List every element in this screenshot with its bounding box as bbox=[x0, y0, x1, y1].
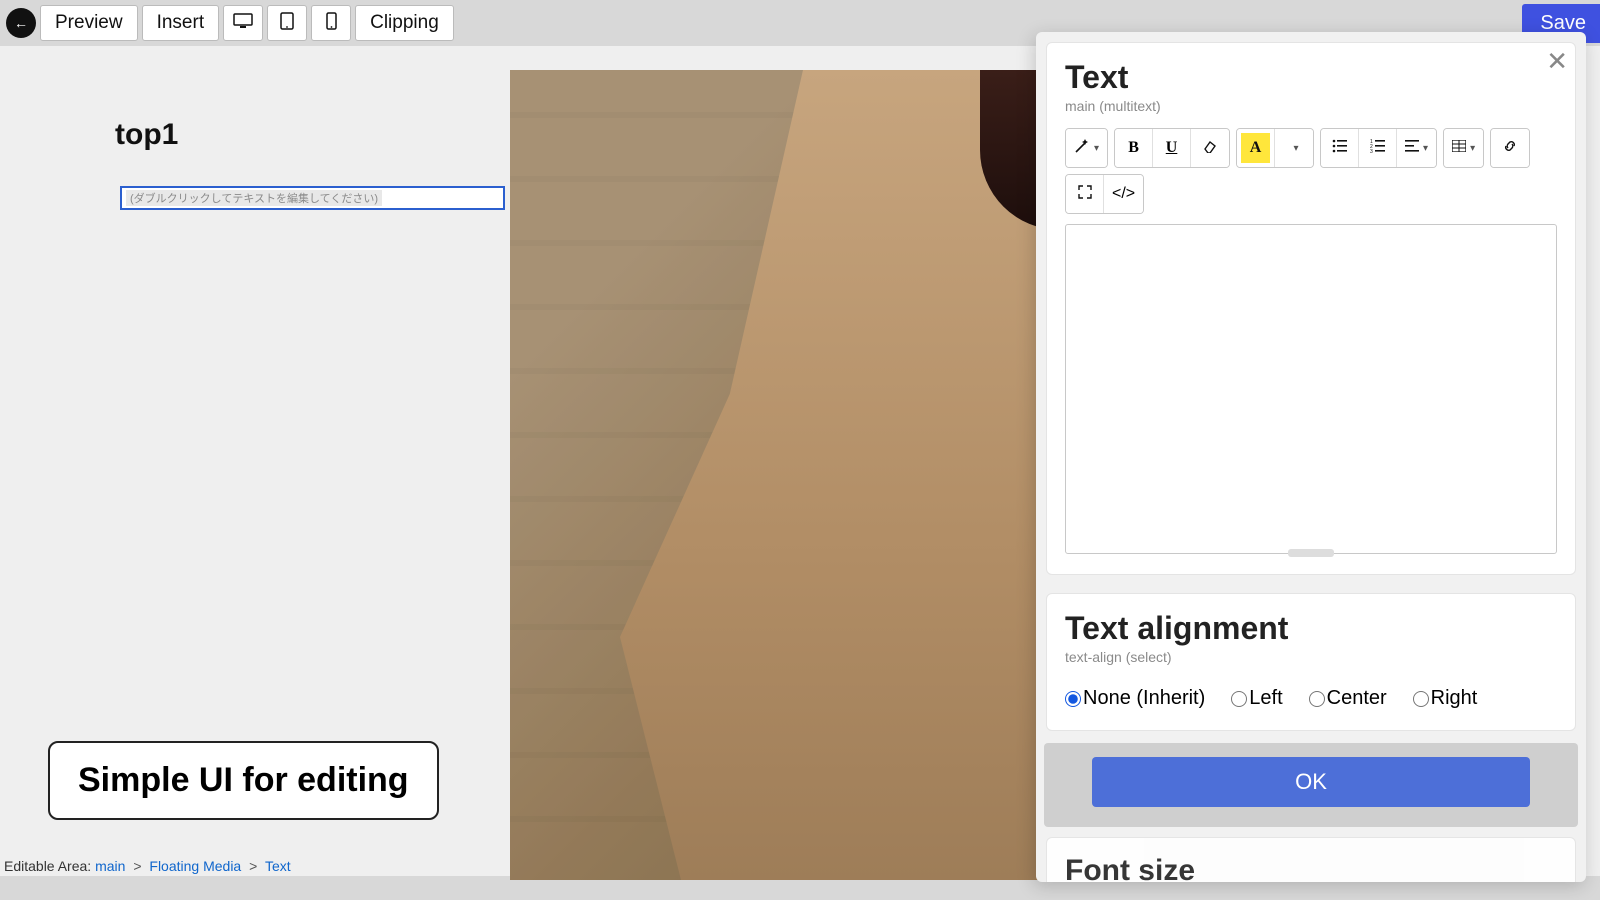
page-title: top1 bbox=[115, 118, 178, 152]
viewport-phone-button[interactable] bbox=[311, 5, 351, 41]
insert-button[interactable]: Insert bbox=[142, 5, 220, 41]
rich-text-editor[interactable] bbox=[1065, 224, 1557, 554]
text-card: Text main (multitext) B U bbox=[1046, 42, 1576, 575]
svg-text:3: 3 bbox=[1370, 149, 1373, 153]
expand-icon bbox=[1078, 185, 1092, 204]
viewport-desktop-button[interactable] bbox=[223, 5, 263, 41]
close-button[interactable]: ✕ bbox=[1546, 46, 1568, 77]
tablet-icon bbox=[280, 12, 294, 35]
text-card-title: Text bbox=[1065, 59, 1557, 96]
table-icon bbox=[1452, 139, 1466, 157]
text-alignment-card: Text alignment text-align (select) None … bbox=[1046, 593, 1576, 731]
arrow-left-icon: ← bbox=[14, 15, 28, 31]
bold-button[interactable]: B bbox=[1115, 129, 1153, 167]
breadcrumb-text[interactable]: Text bbox=[265, 858, 291, 874]
align-option-right[interactable]: Right bbox=[1413, 687, 1478, 710]
fullscreen-button[interactable] bbox=[1066, 175, 1104, 213]
rich-text-toolbar: B U A 123 bbox=[1065, 128, 1557, 214]
resize-grip[interactable] bbox=[1288, 549, 1334, 557]
code-icon: </> bbox=[1112, 185, 1135, 203]
table-dropdown[interactable] bbox=[1444, 129, 1483, 167]
phone-icon bbox=[326, 12, 337, 35]
code-view-button[interactable]: </> bbox=[1104, 175, 1143, 213]
selected-text-block[interactable]: (ダブルクリックしてテキストを編集してください) bbox=[120, 186, 505, 210]
fontsize-card-title: Font size bbox=[1065, 854, 1557, 882]
align-option-center[interactable]: Center bbox=[1309, 687, 1387, 710]
preview-button[interactable]: Preview bbox=[40, 5, 138, 41]
wand-icon bbox=[1074, 138, 1090, 159]
back-button[interactable]: ← bbox=[6, 8, 36, 38]
eraser-button[interactable] bbox=[1191, 129, 1229, 167]
breadcrumb-floating-media[interactable]: Floating Media bbox=[149, 858, 241, 874]
alignment-card-subtitle: text-align (select) bbox=[1065, 649, 1557, 665]
viewport-tablet-button[interactable] bbox=[267, 5, 307, 41]
numbered-list-button[interactable]: 123 bbox=[1359, 129, 1397, 167]
text-card-subtitle: main (multitext) bbox=[1065, 98, 1557, 114]
align-icon bbox=[1405, 139, 1419, 157]
eraser-icon bbox=[1202, 139, 1218, 158]
alignment-card-title: Text alignment bbox=[1065, 610, 1557, 647]
annotation-callout: Simple UI for editing bbox=[48, 741, 439, 820]
breadcrumb-main[interactable]: main bbox=[95, 858, 125, 874]
align-option-none[interactable]: None (Inherit) bbox=[1065, 687, 1205, 710]
magic-style-button[interactable] bbox=[1066, 129, 1107, 167]
alignment-options: None (Inherit) Left Center Right bbox=[1065, 687, 1557, 710]
breadcrumb: Editable Area: main > Floating Media > T… bbox=[4, 858, 291, 874]
link-icon bbox=[1502, 139, 1518, 158]
properties-panel: ✕ Text main (multitext) B U bbox=[1036, 32, 1586, 882]
desktop-icon bbox=[233, 13, 253, 34]
bullet-list-button[interactable] bbox=[1321, 129, 1359, 167]
close-icon: ✕ bbox=[1546, 46, 1568, 76]
ok-bar: OK bbox=[1044, 743, 1578, 827]
text-block-placeholder: (ダブルクリックしてテキストを編集してください) bbox=[126, 190, 382, 206]
align-option-left[interactable]: Left bbox=[1231, 687, 1282, 710]
breadcrumb-label: Editable Area: bbox=[4, 858, 91, 874]
align-dropdown[interactable] bbox=[1397, 129, 1436, 167]
text-color-dropdown[interactable] bbox=[1275, 129, 1313, 167]
text-color-button[interactable]: A bbox=[1237, 129, 1275, 167]
ok-button[interactable]: OK bbox=[1092, 757, 1530, 807]
underline-button[interactable]: U bbox=[1153, 129, 1191, 167]
clipping-button[interactable]: Clipping bbox=[355, 5, 454, 41]
font-size-card: Font size font-size (select) bbox=[1046, 837, 1576, 882]
list-ul-icon bbox=[1332, 139, 1348, 158]
link-button[interactable] bbox=[1491, 129, 1529, 167]
list-ol-icon: 123 bbox=[1370, 139, 1386, 158]
